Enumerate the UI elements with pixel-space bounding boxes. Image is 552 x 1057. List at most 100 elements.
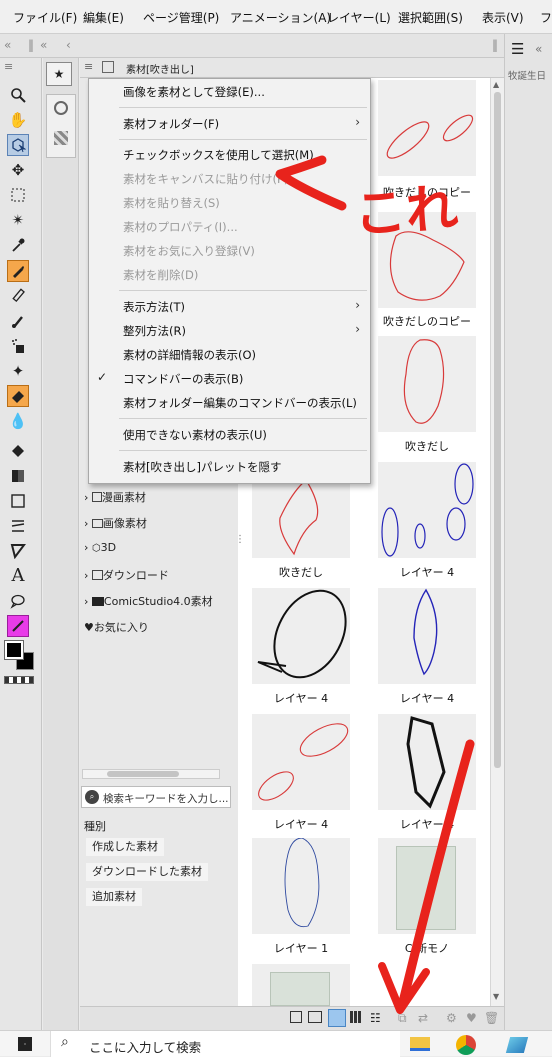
brush-tool-icon[interactable]: [7, 310, 29, 332]
vscroll-thumb[interactable]: [494, 92, 501, 768]
search-input[interactable]: 検索キーワードを入力し...: [103, 791, 229, 806]
menu-item-properties[interactable]: 素材のプロパティ(I)...: [123, 219, 238, 235]
tree-item-3d[interactable]: › ⬡3D: [84, 541, 116, 554]
material-thumbnail[interactable]: [252, 964, 350, 1006]
material-thumbnail[interactable]: [378, 336, 476, 432]
menu-page[interactable]: ページ管理(P): [143, 9, 219, 26]
figure-tool-icon[interactable]: [7, 490, 29, 512]
filter-added-button[interactable]: 追加素材: [86, 888, 142, 906]
material-thumbnail[interactable]: [378, 838, 476, 934]
blend-tool-icon[interactable]: 💧: [7, 410, 29, 432]
chevron-left-icon[interactable]: ‹: [66, 38, 71, 52]
menu-item-add-favorite[interactable]: 素材をお気に入り登録(V): [123, 243, 255, 259]
scroll-up-icon[interactable]: ▲: [493, 80, 499, 89]
scroll-down-icon[interactable]: ▼: [493, 992, 499, 1001]
material-thumbnail[interactable]: [378, 80, 476, 176]
tree-item-manga[interactable]: › 漫画素材: [84, 489, 146, 505]
palette-tab-label[interactable]: 素材[吹き出し]: [126, 61, 194, 76]
menu-view[interactable]: 表示(V): [482, 9, 524, 26]
balloon-tool-icon[interactable]: [7, 590, 29, 612]
correction-line-icon[interactable]: [7, 615, 29, 637]
material-thumbnail[interactable]: [378, 462, 476, 558]
splitter-grip-icon[interactable]: ⋮: [235, 534, 245, 545]
palette-menu-icon[interactable]: ≡: [84, 60, 93, 73]
airbrush-icon[interactable]: [7, 335, 29, 357]
pencil-tool-icon[interactable]: [7, 285, 29, 307]
app-icon[interactable]: [505, 1037, 529, 1053]
material-thumbnail[interactable]: [252, 714, 350, 810]
selection-tool-icon[interactable]: [7, 184, 29, 206]
text-tool-icon[interactable]: A: [7, 565, 29, 587]
tree-item-download[interactable]: › ダウンロード: [84, 567, 169, 583]
menu-selection[interactable]: 選択範囲(S): [398, 9, 463, 26]
navigator-icon[interactable]: [54, 131, 68, 145]
material-star-tab-icon[interactable]: ★: [46, 62, 72, 86]
hscroll-thumb[interactable]: [107, 771, 179, 777]
gradient-tool-icon[interactable]: [7, 465, 29, 487]
checkbox-icon[interactable]: [290, 1011, 302, 1023]
material-thumbnail[interactable]: [252, 588, 350, 684]
menu-item-hide-palette[interactable]: 素材[吹き出し]パレットを隠す: [123, 459, 281, 475]
frame-border-icon[interactable]: [7, 515, 29, 537]
decoration-tool-icon[interactable]: ✦: [7, 360, 29, 382]
trash-icon[interactable]: 🗑: [484, 1011, 499, 1025]
menu-item-replace[interactable]: 素材を貼り替え(S): [123, 195, 220, 211]
hand-tool-icon[interactable]: ✋: [7, 109, 29, 131]
menu-item-display-method[interactable]: 表示方法(T): [123, 299, 185, 315]
menu-item-register-image[interactable]: 画像を素材として登録(E)...: [123, 84, 265, 100]
collapse-left-icon[interactable]: «: [4, 38, 11, 52]
zoom-tool-icon[interactable]: [7, 84, 29, 106]
ruler-tool-icon[interactable]: [7, 540, 29, 562]
menu-item-sort-method[interactable]: 整列方法(R): [123, 323, 186, 339]
detail-view-icon[interactable]: [308, 1011, 322, 1023]
taskbar-search[interactable]: ⌕ ここに入力して検索: [50, 1031, 400, 1057]
tree-item-favorite[interactable]: ♥お気に入り: [84, 619, 149, 635]
menu-layer[interactable]: レイヤー(L): [327, 9, 391, 26]
menu-item-show-details[interactable]: 素材の詳細情報の表示(O): [123, 347, 256, 363]
tree-item-image[interactable]: › 画像素材: [84, 515, 147, 531]
paste-material-icon[interactable]: ⧉: [398, 1011, 407, 1026]
replace-material-icon[interactable]: ⇄: [418, 1011, 428, 1025]
tree-hscrollbar[interactable]: [82, 769, 220, 779]
material-thumbnail[interactable]: [378, 714, 476, 810]
menu-item-show-unusable[interactable]: 使用できない素材の表示(U): [123, 427, 267, 443]
menu-item-checkbox-select[interactable]: チェックボックスを使用して選択(M): [123, 147, 314, 163]
magic-wand-icon[interactable]: ✴: [7, 209, 29, 231]
menu-file[interactable]: ファイル(F): [13, 9, 77, 26]
windows-start-icon[interactable]: [18, 1037, 32, 1051]
operation-tool-icon[interactable]: [7, 134, 29, 156]
menu-edit[interactable]: 編集(E): [83, 9, 124, 26]
eraser-tool-icon[interactable]: [7, 385, 29, 407]
small-grid-icon[interactable]: [350, 1011, 362, 1023]
grid-vscrollbar[interactable]: ▲ ▼: [490, 78, 504, 1006]
layer-property-icon[interactable]: [54, 101, 68, 115]
filter-created-button[interactable]: 作成した素材: [86, 838, 164, 856]
main-color-swatch[interactable]: [4, 640, 24, 660]
collapse-icon[interactable]: «: [40, 38, 47, 52]
filter-downloaded-button[interactable]: ダウンロードした素材: [86, 863, 208, 881]
menu-more[interactable]: フ: [540, 9, 552, 26]
menu-item-folder-command-bar[interactable]: 素材フォルダー編集のコマンドバーの表示(L): [123, 395, 357, 411]
menu-animation[interactable]: アニメーション(A): [230, 9, 331, 26]
menu-item-material-folder[interactable]: 素材フォルダー(F): [123, 116, 219, 132]
transparent-color-icon[interactable]: [4, 676, 34, 684]
chevron-left-icon[interactable]: «: [535, 42, 542, 56]
material-thumbnail[interactable]: [378, 588, 476, 684]
menu-item-command-bar[interactable]: コマンドバーの表示(B): [123, 371, 243, 387]
fill-tool-icon[interactable]: [7, 440, 29, 462]
material-thumbnail[interactable]: [252, 837, 350, 934]
list-view-icon[interactable]: ☷: [370, 1011, 381, 1025]
search-box[interactable]: ⌕ 検索キーワードを入力し...: [81, 786, 231, 808]
large-grid-icon[interactable]: [328, 1009, 346, 1027]
menu-icon[interactable]: ☰: [511, 40, 524, 58]
eyedropper-icon[interactable]: [7, 234, 29, 256]
settings-icon[interactable]: ⚙: [446, 1011, 457, 1025]
move-tool-icon[interactable]: ✥: [7, 159, 29, 181]
pen-tool-icon[interactable]: [7, 260, 29, 282]
palette-menu-icon[interactable]: ≡: [4, 60, 13, 73]
file-explorer-icon[interactable]: [410, 1037, 430, 1051]
chrome-icon[interactable]: [456, 1035, 476, 1055]
menu-item-paste-to-canvas[interactable]: 素材をキャンバスに貼り付け(P): [123, 171, 288, 187]
tree-item-comicstudio[interactable]: › ComicStudio4.0素材: [84, 593, 213, 609]
heart-icon[interactable]: ♥: [466, 1011, 477, 1025]
